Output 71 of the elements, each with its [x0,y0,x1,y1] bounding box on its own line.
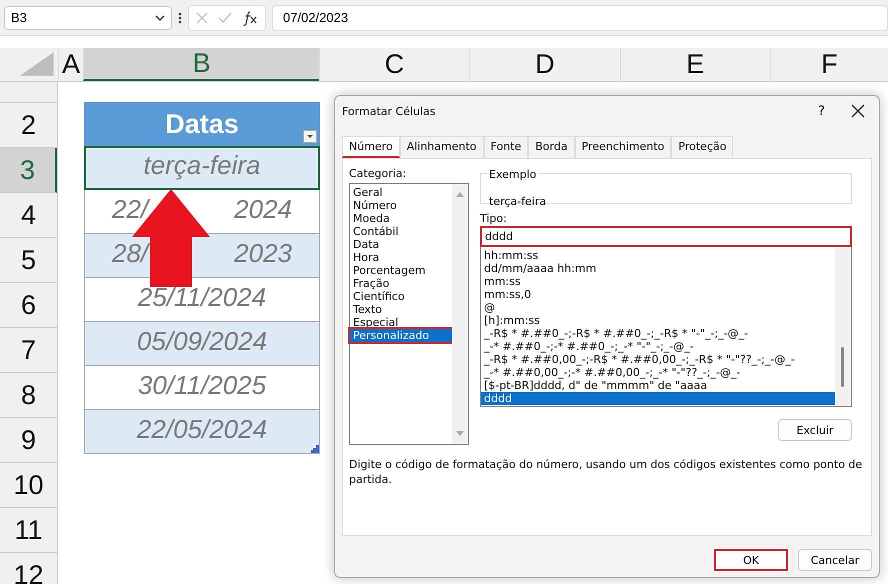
resize-handle-icon[interactable] [311,445,319,453]
ok-button[interactable]: OK [714,549,788,571]
example-label: Exemplo [487,168,538,181]
list-item[interactable]: Data [350,238,452,251]
list-item[interactable]: @ [481,301,835,314]
list-item[interactable]: mm:ss [481,275,835,288]
row-header[interactable]: 6 [0,283,57,328]
row-header[interactable]: 10 [0,463,57,508]
type-field[interactable]: dddd [480,226,852,247]
scrollbar-thumb[interactable] [841,347,844,387]
list-item[interactable]: Moeda [350,212,452,225]
row-header[interactable]: 5 [0,238,57,283]
tab[interactable]: Fonte [484,136,528,158]
delete-button[interactable]: Excluir [778,419,852,441]
list-item[interactable]: Número [350,199,452,212]
chevron-down-icon[interactable] [155,14,165,22]
close-icon[interactable] [851,104,865,118]
cancel-button[interactable]: Cancelar [798,549,872,571]
list-item[interactable]: [h]:mm:ss [481,314,835,327]
list-item[interactable]: Hora [350,251,452,264]
category-label: Categoria: [349,167,408,180]
tab[interactable]: Alinhamento [400,136,484,158]
list-item[interactable]: _-* #.##0,00_-;-* #.##0,00_-;_-* "-"??_-;_-@_- [481,366,835,379]
type-label: Tipo: [480,212,508,225]
list-item[interactable]: _-R$ * #.##0_-;-R$ * #.##0_-;_-R$ * "-"_-;_-@_- [481,327,835,340]
table-cell[interactable]: 30/11/2025 [84,366,320,410]
row-header[interactable]: 8 [0,373,57,418]
more-icon[interactable] [178,10,182,24]
list-item[interactable]: mm:ss,0 [481,288,835,301]
description-text: Digite o código de formatação do número, usando um dos códigos existentes como ponto de partida. [348,457,864,487]
help-button[interactable]: ? [818,104,825,118]
list-item[interactable]: Contábil [350,225,452,238]
list-item[interactable]: Geral [350,186,452,199]
category-list[interactable]: Geral Número Moeda Contábil Data Hora Porcentagem Fração Científico Texto Especial Personalizado [349,183,469,445]
check-icon[interactable] [217,10,233,24]
name-box[interactable]: B3 [4,6,172,30]
dropdown-icon[interactable] [303,130,317,143]
row-header[interactable]: 9 [0,418,57,463]
function-icon[interactable] [241,10,259,26]
list-item[interactable]: _-R$ * #.##0,00_-;-R$ * #.##0,00_-;_-R$ * "-"??_-;_-@_- [481,353,835,366]
table-cell[interactable]: 25/11/2024 [84,278,320,322]
example-value: terça-feira [489,194,548,210]
table-header: Datas [84,102,320,146]
list-item[interactable]: [$-pt-BR]dddd, d" de "mmmm" de "aaaa [481,379,835,392]
column-header[interactable]: E [620,48,770,81]
format-list[interactable] [480,247,852,407]
row-header[interactable]: 3 [0,148,57,193]
row-header[interactable]: 11 [0,508,57,553]
dialog-title: Formatar Células [342,104,437,118]
list-item[interactable]: Científico [350,290,452,303]
tab[interactable]: Número [342,136,400,158]
list-item[interactable]: Personalizado [350,329,452,342]
column-header[interactable]: F [770,48,888,81]
tab[interactable]: Borda [528,136,575,158]
row-header[interactable]: 12 [0,553,57,584]
row-header[interactable]: 7 [0,328,57,373]
list-item[interactable]: dddd [481,392,835,405]
list-item[interactable]: dd/mm/aaaa hh:mm [481,262,835,275]
list-item[interactable]: hh:mm:ss [481,249,835,262]
list-item[interactable]: Fração [350,277,452,290]
column-header[interactable]: B [83,48,319,81]
tab[interactable]: Preenchimento [574,136,672,158]
formula-field[interactable]: 07/02/2023 [272,4,888,30]
tab[interactable]: Proteção [671,136,734,158]
list-item[interactable]: Texto [350,303,452,316]
row-header[interactable]: 4 [0,193,57,238]
column-header[interactable]: C [318,48,469,81]
list-item[interactable]: _-* #.##0_-;-* #.##0_-;_-* "-"_-;_-@_- [481,340,835,353]
column-header[interactable]: D [468,48,620,81]
list-item[interactable]: Porcentagem [350,264,452,277]
list-item[interactable]: Especial [350,316,452,329]
